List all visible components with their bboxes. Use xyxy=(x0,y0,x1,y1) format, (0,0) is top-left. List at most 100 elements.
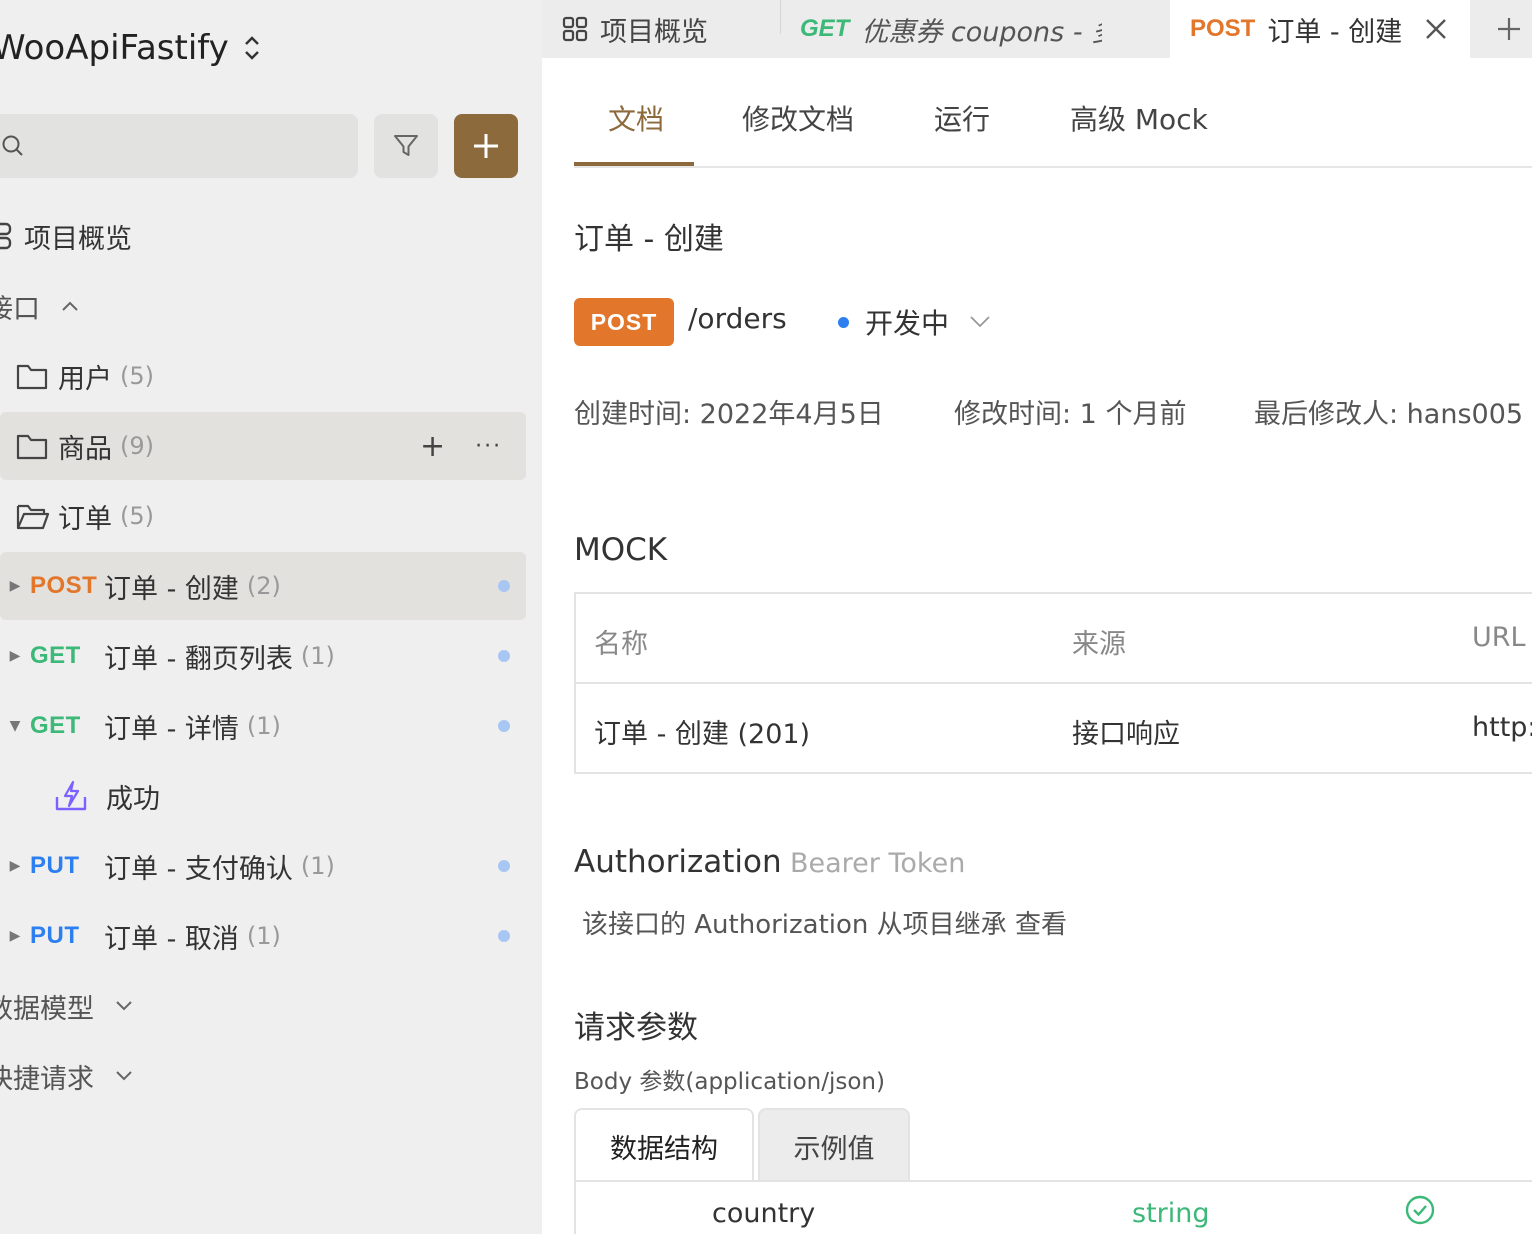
tab-method: POST xyxy=(1190,15,1256,42)
table-cell: 接口响应 xyxy=(1072,719,1180,750)
sub-tabs: 文档 修改文档 运行 高级 Mock xyxy=(574,88,1532,168)
status-dot xyxy=(498,650,510,662)
endpoint-count: (1) xyxy=(246,712,281,740)
new-tab-button[interactable] xyxy=(1486,0,1532,58)
table-header: 名称 来源 URL xyxy=(576,594,1532,684)
method-label: GET xyxy=(30,712,81,739)
field-type: string xyxy=(1132,1198,1210,1229)
tab-overview[interactable]: 项目概览 xyxy=(562,0,802,58)
auth-type: Bearer Token xyxy=(790,848,966,879)
search-input[interactable] xyxy=(0,114,358,178)
method-label: PUT xyxy=(30,852,80,879)
sidebar-group-quick-requests[interactable]: 快捷请求 xyxy=(0,1042,134,1110)
status-dot xyxy=(838,316,849,328)
subtab-docs[interactable]: 文档 xyxy=(608,98,664,138)
sidebar-group-label: 数据模型 xyxy=(0,993,94,1025)
sidebar-endpoint[interactable]: ▼ GET 订单 - 详情 (1) xyxy=(0,692,526,760)
sidebar-endpoint[interactable]: ▶ GET 订单 - 翻页列表 (1) xyxy=(0,622,526,690)
status-dot xyxy=(498,860,510,872)
plus-icon xyxy=(1498,18,1520,40)
column-header: 来源 xyxy=(1072,629,1126,660)
grid-icon xyxy=(562,16,588,42)
case-label: 成功 xyxy=(106,783,160,815)
sidebar-endpoint[interactable]: ▶ PUT 订单 - 取消 (1) xyxy=(0,902,526,970)
sidebar-group-label: 接口 xyxy=(0,293,40,325)
auth-note: 该接口的 Authorization 从项目继承 查看 xyxy=(582,904,1067,941)
sidebar-folder-orders[interactable]: 订单 (5) xyxy=(16,482,154,550)
folder-count: (5) xyxy=(120,362,154,390)
tab-method: GET xyxy=(800,15,850,42)
tab-coupons[interactable]: GET 优惠券 coupons - 多 xyxy=(800,0,1102,58)
sidebar-group-interfaces[interactable]: 接口 xyxy=(0,272,80,340)
endpoint-label: 订单 - 创建 xyxy=(104,573,239,605)
endpoint-label: 订单 - 支付确认 xyxy=(104,853,293,885)
method-badge: POST xyxy=(574,298,674,346)
sidebar-group-data-models[interactable]: 数据模型 xyxy=(0,972,134,1040)
endpoint-count: (1) xyxy=(300,642,335,670)
plus-icon xyxy=(474,134,498,158)
folder-label: 订单 xyxy=(58,503,112,535)
folder-label: 用户 xyxy=(58,363,112,395)
add-button[interactable] xyxy=(454,114,518,178)
auth-view-link[interactable]: 查看 xyxy=(1015,910,1067,940)
request-params-heading: 请求参数 xyxy=(574,1010,698,1046)
caret-right-icon: ▶ xyxy=(9,578,21,594)
search-icon xyxy=(2,135,23,156)
page-title: 订单 - 创建 xyxy=(574,222,724,257)
caret-right-icon: ▶ xyxy=(9,648,21,664)
mock-url[interactable]: http: xyxy=(1472,712,1532,743)
field-name: country xyxy=(712,1198,816,1229)
endpoint-label: 订单 - 详情 xyxy=(104,713,239,745)
main-panel: 文档 修改文档 运行 高级 Mock 订单 - 创建 POST /orders … xyxy=(542,58,1532,1234)
overview-icon xyxy=(0,222,12,250)
folder-icon xyxy=(16,434,48,460)
sidebar-group-label: 快捷请求 xyxy=(0,1063,94,1095)
modified-by: 最后修改人: hans005 xyxy=(1254,399,1524,430)
sidebar-endpoint[interactable]: ▶ PUT 订单 - 支付确认 (1) xyxy=(0,832,526,900)
created-time: 创建时间: 2022年4月5日 xyxy=(574,399,884,430)
sidebar-folder-users[interactable]: 用户 (5) xyxy=(16,342,154,410)
tab-order-create[interactable]: POST 订单 - 创建 xyxy=(1170,0,1470,58)
chevron-down-icon xyxy=(116,1071,132,1081)
project-switcher[interactable]: WooApiFastify xyxy=(0,28,261,68)
status-dropdown[interactable]: 开发中 xyxy=(838,302,991,342)
more-icon[interactable]: ··· xyxy=(475,434,502,459)
status-dot xyxy=(498,720,510,732)
close-icon[interactable] xyxy=(1424,17,1448,41)
project-name: WooApiFastify xyxy=(0,28,229,68)
chevron-updown-icon xyxy=(243,33,261,63)
endpoint-count: (1) xyxy=(246,922,281,950)
sidebar-item-overview[interactable]: 项目概览 xyxy=(0,202,132,270)
mock-heading: MOCK xyxy=(574,532,668,568)
subtab-advanced-mock[interactable]: 高级 Mock xyxy=(1070,98,1208,138)
tab-data-structure[interactable]: 数据结构 xyxy=(574,1108,754,1182)
folder-open-icon xyxy=(16,504,50,530)
body-params-label: Body 参数(application/json) xyxy=(574,1069,885,1095)
sidebar-folder-products[interactable]: 商品 (9) + ··· xyxy=(0,412,526,480)
tab-label: 订单 - 创建 xyxy=(1267,16,1403,48)
method-label: POST xyxy=(30,572,98,599)
sidebar: WooApiFastify 项目概览 接口 用户 (5) 商品 (9) + ··… xyxy=(0,0,542,1234)
sidebar-endpoint[interactable]: ▶ POST 订单 - 创建 (2) xyxy=(0,552,526,620)
chevron-down-icon xyxy=(116,1001,132,1011)
required-check-icon xyxy=(1405,1195,1435,1225)
subtab-run[interactable]: 运行 xyxy=(934,98,990,138)
mock-table: 名称 来源 URL 订单 - 创建 (201) 接口响应 http: xyxy=(574,592,1532,774)
status-dot xyxy=(498,930,510,942)
endpoint-count: (1) xyxy=(300,852,335,880)
status-dot xyxy=(498,580,510,592)
filter-button[interactable] xyxy=(374,114,438,178)
folder-count: (5) xyxy=(120,502,154,530)
table-cell: 订单 - 创建 (201) xyxy=(594,719,811,750)
chevron-down-icon xyxy=(970,316,990,328)
add-icon[interactable]: + xyxy=(420,429,445,464)
method-label: PUT xyxy=(30,922,80,949)
tab-example-value[interactable]: 示例值 xyxy=(758,1108,910,1182)
endpoint-label: 订单 - 取消 xyxy=(104,923,239,955)
method-label: GET xyxy=(30,642,81,669)
subtab-edit-docs[interactable]: 修改文档 xyxy=(742,98,854,138)
folder-count: (9) xyxy=(120,432,154,460)
sidebar-case-success[interactable]: 成功 xyxy=(54,762,160,830)
folder-label: 商品 xyxy=(58,433,112,465)
auth-note-text: 该接口的 Authorization 从项目继承 xyxy=(582,910,1007,940)
